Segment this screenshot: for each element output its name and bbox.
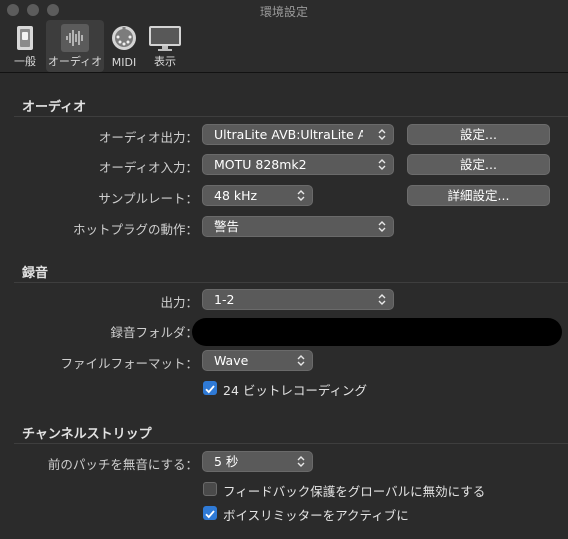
recording-folder-label: 録音フォルダ： — [110, 325, 198, 340]
audio-input-settings-button[interactable]: 設定... — [407, 154, 550, 175]
display-icon — [149, 26, 181, 51]
checkmark-icon — [205, 385, 215, 394]
tab-display-label: 表示 — [154, 55, 176, 68]
channel-strip-section-divider — [14, 443, 568, 444]
sample-rate-popup[interactable]: 48 kHz — [202, 185, 313, 206]
title-bar: 環境設定 — [0, 0, 568, 20]
audio-output-label: オーディオ出力： — [98, 130, 198, 145]
recording-section-title: 録音 — [22, 266, 49, 281]
feedback-protection-label: フィードバック保護をグローバルに無効にする — [223, 484, 486, 499]
audio-section-divider — [14, 116, 568, 117]
recording-output-popup[interactable]: 1-2 — [202, 289, 394, 310]
audio-output-popup[interactable]: UltraLite AVB:UltraLite AVB — [202, 124, 394, 145]
bit24-label: 24 ビットレコーディング — [223, 383, 368, 398]
audio-output-value: UltraLite AVB:UltraLite AVB — [214, 127, 363, 142]
preferences-toolbar: 一般 オーディオ MIDI 表示 — [0, 20, 568, 73]
general-switch-icon — [17, 26, 33, 50]
recording-folder-redacted — [192, 318, 562, 346]
mute-previous-patch-label: 前のパッチを無音にする： — [47, 457, 198, 472]
tab-general[interactable]: 一般 — [6, 20, 44, 72]
tab-display[interactable]: 表示 — [144, 20, 186, 72]
audio-input-label: オーディオ入力： — [98, 160, 198, 175]
voice-limiter-label: ボイスリミッターをアクティブに — [223, 508, 409, 523]
chevron-updown-icon — [297, 456, 305, 467]
sample-rate-label: サンプルレート： — [98, 191, 198, 206]
sample-rate-value: 48 kHz — [214, 188, 258, 203]
waveform-icon — [61, 24, 89, 52]
chevron-updown-icon — [378, 221, 386, 232]
hotplug-label: ホットプラグの動作： — [72, 222, 198, 237]
hotplug-value: 警告 — [214, 219, 240, 234]
hotplug-popup[interactable]: 警告 — [202, 216, 394, 237]
tab-audio-label: オーディオ — [47, 55, 103, 68]
audio-section-title: オーディオ — [22, 100, 87, 115]
file-format-value: Wave — [214, 353, 249, 368]
recording-output-value: 1-2 — [214, 292, 235, 307]
voice-limiter-checkbox[interactable] — [203, 506, 217, 520]
tab-general-label: 一般 — [14, 55, 36, 68]
tab-midi-label: MIDI — [111, 56, 137, 69]
feedback-protection-checkbox[interactable] — [203, 482, 217, 496]
recording-section-divider — [14, 282, 568, 283]
midi-connector-icon — [112, 26, 136, 50]
mute-previous-patch-popup[interactable]: 5 秒 — [202, 451, 313, 472]
tab-audio[interactable]: オーディオ — [46, 20, 104, 72]
chevron-updown-icon — [378, 294, 386, 305]
chevron-updown-icon — [297, 355, 305, 366]
file-format-label: ファイルフォーマット： — [60, 356, 198, 371]
bit24-checkbox[interactable] — [203, 381, 217, 395]
audio-output-settings-button[interactable]: 設定... — [407, 124, 550, 145]
audio-input-value: MOTU 828mk2 — [214, 157, 307, 172]
file-format-popup[interactable]: Wave — [202, 350, 313, 371]
recording-output-label: 出力： — [160, 295, 198, 310]
advanced-settings-button[interactable]: 詳細設定... — [407, 185, 550, 206]
chevron-updown-icon — [378, 159, 386, 170]
chevron-updown-icon — [378, 129, 386, 140]
chevron-updown-icon — [297, 190, 305, 201]
mute-previous-patch-value: 5 秒 — [214, 454, 239, 469]
audio-input-popup[interactable]: MOTU 828mk2 — [202, 154, 394, 175]
tab-midi[interactable]: MIDI — [106, 20, 142, 72]
channel-strip-section-title: チャンネルストリップ — [22, 427, 152, 442]
window-title: 環境設定 — [259, 5, 308, 19]
checkmark-icon — [205, 510, 215, 519]
